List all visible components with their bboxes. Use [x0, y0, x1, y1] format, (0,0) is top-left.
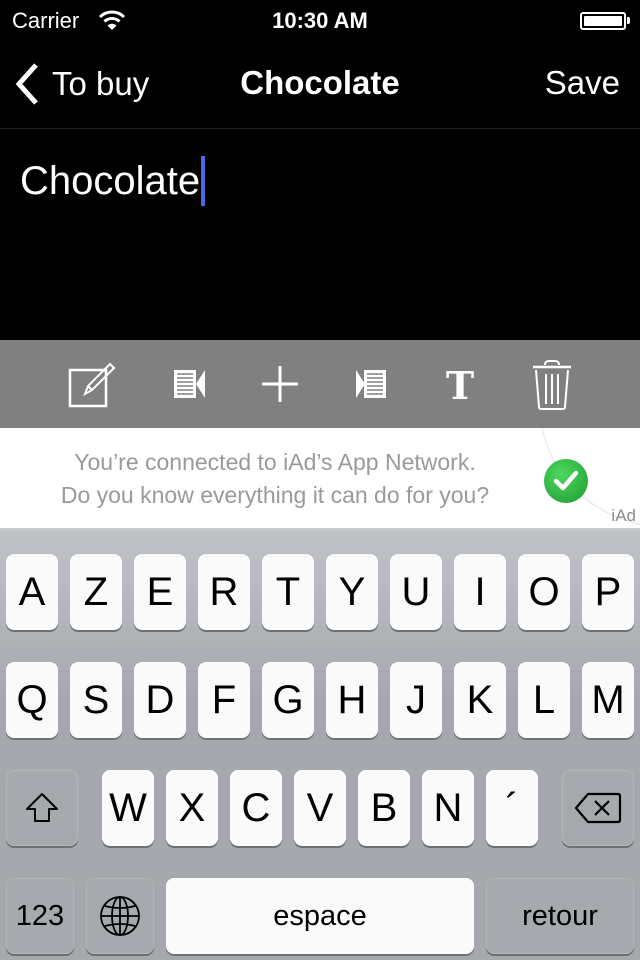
return-key[interactable]: retour	[486, 878, 634, 954]
toolbar: T	[0, 340, 640, 428]
back-button[interactable]: To buy	[14, 62, 149, 106]
key[interactable]: E	[134, 554, 186, 630]
text-format-button[interactable]: T	[432, 356, 488, 412]
globe-key[interactable]	[86, 878, 154, 954]
expand-button[interactable]	[342, 356, 398, 412]
key[interactable]: W	[102, 770, 154, 846]
delete-key[interactable]	[562, 770, 634, 846]
editor-text[interactable]: Chocolate	[20, 159, 200, 204]
text-caret	[201, 156, 206, 206]
key[interactable]: Y	[326, 554, 378, 630]
key[interactable]: Q	[6, 662, 58, 738]
key[interactable]: O	[518, 554, 570, 630]
shift-icon	[26, 793, 58, 822]
ad-line-2: Do you know everything it can do for you…	[60, 482, 490, 508]
chevron-left-icon	[15, 63, 38, 105]
ad-line-1: You’re connected to iAd’s App Network.	[74, 449, 476, 475]
text-format-icon: T	[446, 363, 474, 408]
ad-message: You’re connected to iAd’s App Network. D…	[20, 446, 530, 512]
key[interactable]: S	[70, 662, 122, 738]
key[interactable]: P	[582, 554, 634, 630]
key[interactable]: B	[358, 770, 410, 846]
key[interactable]: G	[262, 662, 314, 738]
backspace-icon	[574, 792, 622, 824]
numbers-key[interactable]: 123	[6, 878, 74, 954]
iad-banner[interactable]: You’re connected to iAd’s App Network. D…	[0, 428, 640, 528]
shift-key[interactable]	[6, 770, 78, 846]
status-bar: Carrier 10:30 AM	[0, 0, 640, 40]
key[interactable]: T	[262, 554, 314, 630]
key[interactable]: D	[134, 662, 186, 738]
edit-icon	[68, 362, 116, 408]
key[interactable]: U	[390, 554, 442, 630]
battery-icon	[580, 12, 626, 30]
key[interactable]: L	[518, 662, 570, 738]
key[interactable]: H	[326, 662, 378, 738]
key[interactable]: X	[166, 770, 218, 846]
clock: 10:30 AM	[272, 8, 368, 33]
expand-right-icon	[356, 370, 386, 398]
keyboard: A Z E R T Y U I O P Q S D F G H J K L M …	[0, 528, 640, 960]
svg-text:T: T	[446, 363, 474, 408]
space-key[interactable]: espace	[166, 878, 474, 954]
key[interactable]: F	[198, 662, 250, 738]
globe-icon	[100, 896, 140, 936]
delete-button[interactable]	[524, 356, 580, 412]
edit-button[interactable]	[62, 356, 118, 412]
key[interactable]: ´	[486, 770, 538, 846]
collapse-button[interactable]	[162, 356, 218, 412]
text-editor[interactable]: Chocolate	[0, 130, 640, 340]
back-label: To buy	[52, 65, 150, 102]
key[interactable]: K	[454, 662, 506, 738]
save-button[interactable]: Save	[545, 64, 620, 102]
trash-icon	[533, 360, 571, 410]
iad-label: iAd	[611, 506, 636, 525]
add-button[interactable]	[252, 356, 308, 412]
key[interactable]: C	[230, 770, 282, 846]
key[interactable]: I	[454, 554, 506, 630]
key[interactable]: Z	[70, 554, 122, 630]
add-icon	[262, 366, 298, 402]
key[interactable]: N	[422, 770, 474, 846]
battery-tip	[627, 17, 630, 24]
key[interactable]: J	[390, 662, 442, 738]
key[interactable]: M	[582, 662, 634, 738]
checkmark-icon	[544, 459, 588, 503]
navigation-bar: To buy Chocolate Save	[0, 40, 640, 129]
collapse-left-icon	[174, 370, 205, 398]
key[interactable]: A	[6, 554, 58, 630]
key[interactable]: R	[198, 554, 250, 630]
key[interactable]: V	[294, 770, 346, 846]
